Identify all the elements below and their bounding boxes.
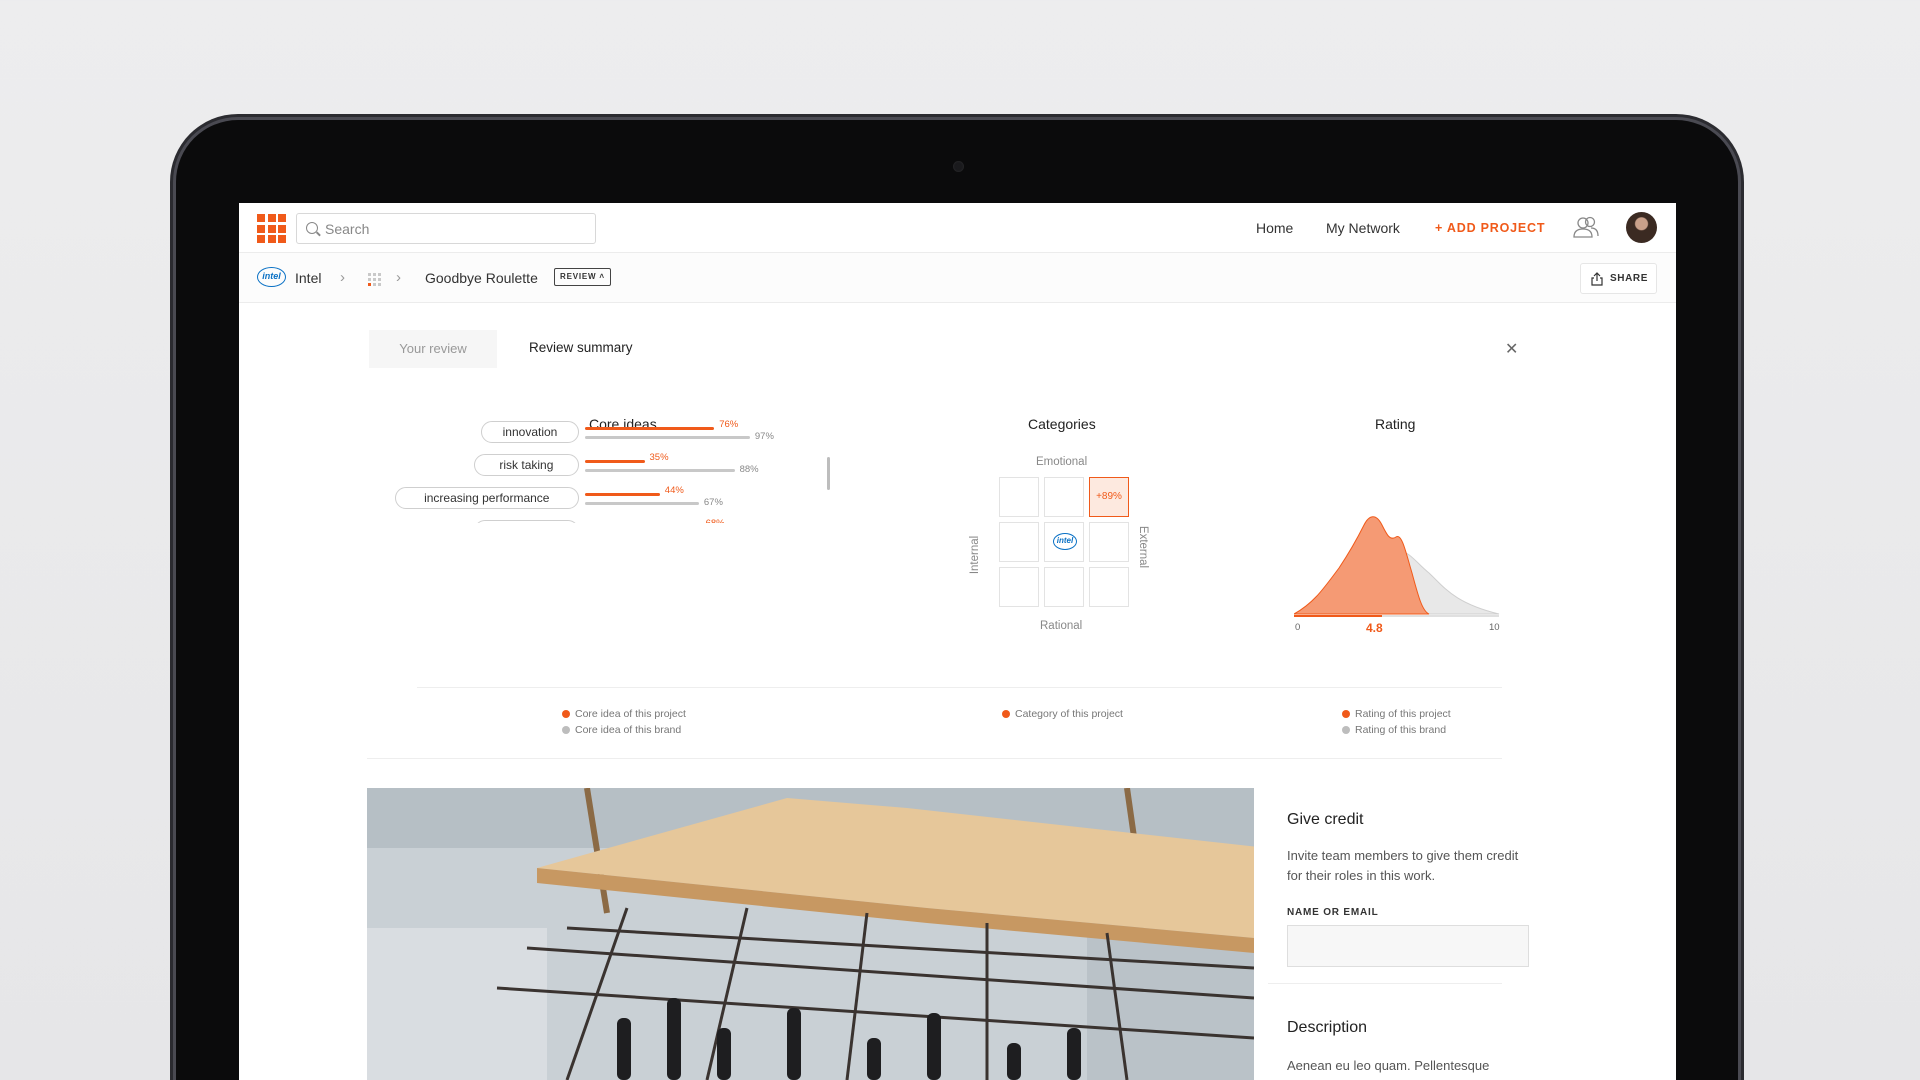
name-or-email-field[interactable] (1287, 925, 1529, 967)
category-cell[interactable] (999, 477, 1039, 517)
search-icon (306, 222, 318, 234)
breadcrumb-project[interactable]: Goodbye Roulette (425, 270, 538, 286)
legend-label: Category of this project (1015, 708, 1123, 720)
category-label-rational: Rational (1040, 620, 1083, 632)
core-idea-brand-pct: 97% (754, 431, 774, 442)
rating-title: Rating (1375, 416, 1416, 432)
share-label: SHARE (1610, 273, 1649, 284)
chevron-up-icon: ˄ (599, 272, 605, 281)
category-cell-center[interactable]: intel (1044, 522, 1084, 562)
intel-logo-icon: intel (257, 267, 286, 287)
core-idea-pill[interactable]: innovation (481, 421, 579, 443)
user-avatar[interactable] (1626, 212, 1657, 243)
category-cell[interactable] (1044, 567, 1084, 607)
core-idea-project-bar (585, 427, 715, 430)
nav-my-network-link[interactable]: My Network (1326, 220, 1400, 236)
category-cell[interactable] (1089, 522, 1129, 562)
core-idea-brand-pct: 88% (739, 464, 759, 475)
review-badge-label: REVIEW (560, 272, 597, 281)
people-icon[interactable] (1572, 216, 1600, 238)
core-idea-brand-pct: 67% (703, 497, 723, 508)
legend-core-project: Core idea of this project (562, 708, 686, 720)
share-button[interactable]: SHARE (1580, 263, 1657, 294)
legend-dot (1342, 726, 1350, 734)
legend-rating-brand: Rating of this brand (1342, 724, 1446, 736)
core-idea-brand-bar (585, 469, 735, 472)
core-idea-pill[interactable]: risk taking (473, 454, 579, 476)
core-ideas-list: innovation 76% 97% risk taking 35% 88% increas… (239, 403, 939, 523)
review-status-badge[interactable]: REVIEW ˄ (554, 268, 611, 286)
top-navbar: Home My Network + ADD PROJECT (239, 203, 1676, 253)
legend-label: Core idea of this brand (575, 724, 682, 736)
rating-axis-min: 0 (1295, 622, 1301, 633)
close-icon[interactable]: ✕ (1505, 339, 1518, 359)
description-text: Aenean eu leo quam. Pellentesque (1287, 1058, 1490, 1073)
project-image[interactable] (367, 788, 1254, 1080)
legend-dot (1342, 710, 1350, 718)
share-icon (1591, 272, 1603, 286)
side-divider (1268, 983, 1502, 984)
core-idea-project-pct: 44% (664, 485, 684, 496)
category-cell[interactable] (1089, 567, 1129, 607)
give-credit-text: Invite team members to give them credit … (1287, 848, 1519, 883)
category-cell[interactable] (1044, 477, 1084, 517)
core-ideas-scrollbar[interactable] (827, 457, 830, 490)
app-logo-icon[interactable] (257, 214, 286, 243)
category-label-external: External (1137, 525, 1150, 569)
grid-icon[interactable] (368, 273, 381, 286)
core-idea-project-pct: 35% (649, 452, 669, 463)
core-idea-project-bar (585, 493, 660, 496)
intel-logo-icon: intel (1053, 533, 1077, 550)
category-label-internal: Internal (969, 535, 982, 575)
core-idea-project-pct: 68% (706, 518, 725, 523)
camera-dot (953, 161, 964, 172)
tab-review-summary[interactable]: Review summary (529, 340, 633, 355)
category-cell-highlight[interactable]: +89% (1089, 477, 1129, 517)
search-box[interactable] (296, 213, 596, 244)
project-photo (367, 788, 1254, 1080)
core-idea-pill[interactable]: increasing performance (394, 487, 579, 509)
core-idea-pill[interactable]: reliability (473, 520, 579, 523)
nav-home-link[interactable]: Home (1256, 220, 1293, 236)
section-divider (367, 758, 1502, 759)
app-screen: Home My Network + ADD PROJECT intel Inte… (239, 203, 1676, 1080)
legend-category: Category of this project (1002, 708, 1123, 720)
rating-distribution-chart (1294, 516, 1500, 617)
section-divider (417, 687, 1502, 688)
add-project-button[interactable]: + ADD PROJECT (1435, 221, 1545, 235)
category-label-emotional: Emotional (1036, 456, 1088, 468)
give-credit-title: Give credit (1287, 811, 1364, 828)
category-cell[interactable] (999, 567, 1039, 607)
legend-core-brand: Core idea of this brand (562, 724, 681, 736)
chevron-right-icon: › (396, 269, 401, 286)
rating-value: 4.8 (1366, 621, 1383, 635)
category-cell[interactable] (999, 522, 1039, 562)
tab-your-review[interactable]: Your review (369, 330, 497, 368)
rating-project-curve (1294, 516, 1430, 615)
chevron-right-icon: › (340, 269, 345, 286)
legend-rating-project: Rating of this project (1342, 708, 1451, 720)
legend-label: Rating of this project (1355, 708, 1451, 720)
core-idea-project-pct: 76% (719, 419, 739, 430)
legend-dot (562, 726, 570, 734)
legend-label: Rating of this brand (1355, 724, 1447, 736)
categories-title: Categories (1028, 416, 1096, 432)
core-idea-brand-bar (585, 436, 750, 439)
core-idea-project-bar (585, 460, 645, 463)
legend-dot (1002, 710, 1010, 718)
name-or-email-label: NAME OR EMAIL (1287, 907, 1379, 918)
breadcrumb-brand[interactable]: Intel (295, 270, 321, 286)
rating-axis-max: 10 (1489, 622, 1500, 633)
search-input[interactable] (325, 218, 585, 240)
legend-dot (562, 710, 570, 718)
legend-label: Core idea of this project (575, 708, 686, 720)
description-title: Description (1287, 1019, 1368, 1036)
breadcrumb: intel Intel › › Goodbye Roulette REVIEW … (239, 253, 1676, 303)
core-idea-brand-bar (585, 502, 699, 505)
